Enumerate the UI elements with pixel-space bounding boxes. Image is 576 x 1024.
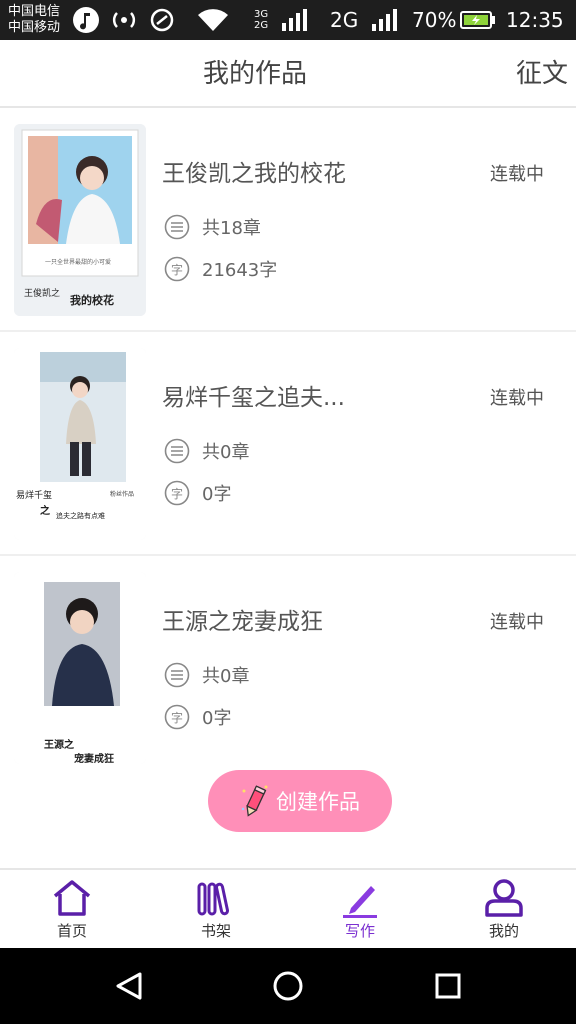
chapter-count: 共18章	[202, 218, 261, 239]
system-nav-bar	[0, 948, 576, 1024]
create-work-label: 创建作品	[276, 790, 360, 814]
list-icon	[164, 438, 190, 464]
nav-home[interactable]: 首页	[0, 870, 144, 948]
word-count: 21643字	[202, 260, 278, 281]
work-cover[interactable]: 王源之 宠妻成狂	[14, 572, 146, 764]
home-circle-icon	[273, 971, 303, 1001]
chapter-count: 共0章	[202, 442, 250, 463]
nav-profile[interactable]: 我的	[432, 870, 576, 948]
zi-icon: 字	[164, 256, 190, 282]
work-status: 连载中	[490, 612, 544, 633]
nav-bookshelf[interactable]: 书架	[144, 870, 288, 948]
work-cover[interactable]: 一只全世界最甜的小可爱 王俊凯之 我的校花	[14, 124, 146, 316]
bottom-nav: 首页 书架 写作 我的	[0, 868, 576, 948]
wifi-icon	[196, 0, 230, 40]
contest-button[interactable]: 征文	[516, 40, 568, 106]
nav-profile-label: 我的	[488, 922, 519, 940]
work-item[interactable]: 王源之 宠妻成狂 王源之宠妻成狂 连载中 共0章 字 0字	[0, 556, 576, 780]
work-title: 易烊千玺之追夫...	[162, 385, 345, 411]
work-title: 王俊凯之我的校花	[162, 161, 346, 187]
chapter-count-row: 共0章	[164, 662, 249, 688]
write-icon	[343, 886, 377, 918]
carrier-1: 中国电信	[8, 4, 61, 19]
list-icon	[164, 662, 190, 688]
back-triangle-icon	[116, 972, 142, 1000]
clock: 12:35	[506, 8, 564, 32]
battery-icon	[460, 0, 496, 40]
cover-side-text: 粉丝作品	[110, 490, 134, 498]
status-bar: 中国电信 中国移动 3G 2G 2G 70% 12:35	[0, 0, 576, 40]
cover-text-1: 王俊凯之	[24, 287, 60, 299]
zi-icon: 字	[164, 480, 190, 506]
word-count: 0字	[202, 484, 232, 505]
chapter-count-row: 共0章	[164, 438, 249, 464]
profile-icon	[485, 879, 523, 917]
zi-glyph: 字	[171, 262, 183, 277]
zi-glyph: 字	[171, 710, 183, 725]
recents-square-icon	[435, 973, 461, 999]
back-button[interactable]	[90, 948, 170, 1024]
recents-button[interactable]	[408, 948, 488, 1024]
word-count-row: 字 21643字	[164, 256, 277, 282]
cover-caption: 一只全世界最甜的小可爱	[45, 258, 111, 266]
nfc-icon	[150, 0, 174, 40]
network-type-small: 3G 2G	[254, 0, 268, 40]
work-status: 连载中	[490, 388, 544, 409]
cover-text-3: 追夫之路有点难	[56, 511, 105, 520]
cover-text-2: 宠妻成狂	[74, 752, 114, 764]
cover-text-2: 我的校花	[70, 293, 114, 307]
chapter-count: 共0章	[202, 666, 250, 687]
work-status: 连载中	[490, 164, 544, 185]
home-icon	[53, 880, 91, 916]
list-icon	[164, 214, 190, 240]
create-work-button[interactable]: 创建作品	[208, 770, 392, 832]
bookshelf-icon	[197, 882, 229, 916]
signal-icon	[372, 0, 398, 40]
cover-text-1: 易烊千玺	[16, 489, 52, 501]
nav-write-label: 写作	[344, 922, 375, 940]
home-button[interactable]	[248, 948, 328, 1024]
word-count-row: 字 0字	[164, 704, 231, 730]
wireless-icon	[110, 0, 138, 40]
nav-write[interactable]: 写作	[288, 870, 432, 948]
word-count-row: 字 0字	[164, 480, 231, 506]
pencil-icon	[241, 785, 268, 817]
carrier-2: 中国移动	[8, 20, 61, 35]
nav-home-label: 首页	[56, 922, 87, 940]
work-item[interactable]: 一只全世界最甜的小可爱 王俊凯之 我的校花 王俊凯之我的校花 连载中 共18章 …	[0, 108, 576, 332]
work-item[interactable]: 易烊千玺 之 追夫之路有点难 粉丝作品 易烊千玺之追夫... 连载中 共0章 字…	[0, 332, 576, 556]
cover-text-2: 之	[40, 504, 50, 517]
cover-text-1: 王源之	[44, 738, 74, 751]
word-count: 0字	[202, 708, 232, 729]
page-title: 我的作品	[202, 59, 307, 89]
network-small-bottom: 2G	[254, 20, 269, 31]
zi-icon: 字	[164, 704, 190, 730]
nav-bookshelf-label: 书架	[200, 922, 231, 940]
chapter-count-row: 共18章	[164, 214, 261, 240]
work-cover[interactable]: 易烊千玺 之 追夫之路有点难 粉丝作品	[14, 348, 146, 540]
network-type: 2G	[330, 8, 359, 32]
carrier-names: 中国电信 中国移动	[8, 4, 60, 36]
music-icon	[72, 0, 100, 40]
zi-glyph: 字	[171, 486, 183, 501]
app-header: 我的作品 征文	[0, 40, 576, 108]
signal-grid-icon	[282, 0, 308, 40]
work-title: 王源之宠妻成狂	[162, 609, 323, 635]
network-small-top: 3G	[254, 9, 269, 20]
battery-percent: 70%	[412, 8, 457, 32]
